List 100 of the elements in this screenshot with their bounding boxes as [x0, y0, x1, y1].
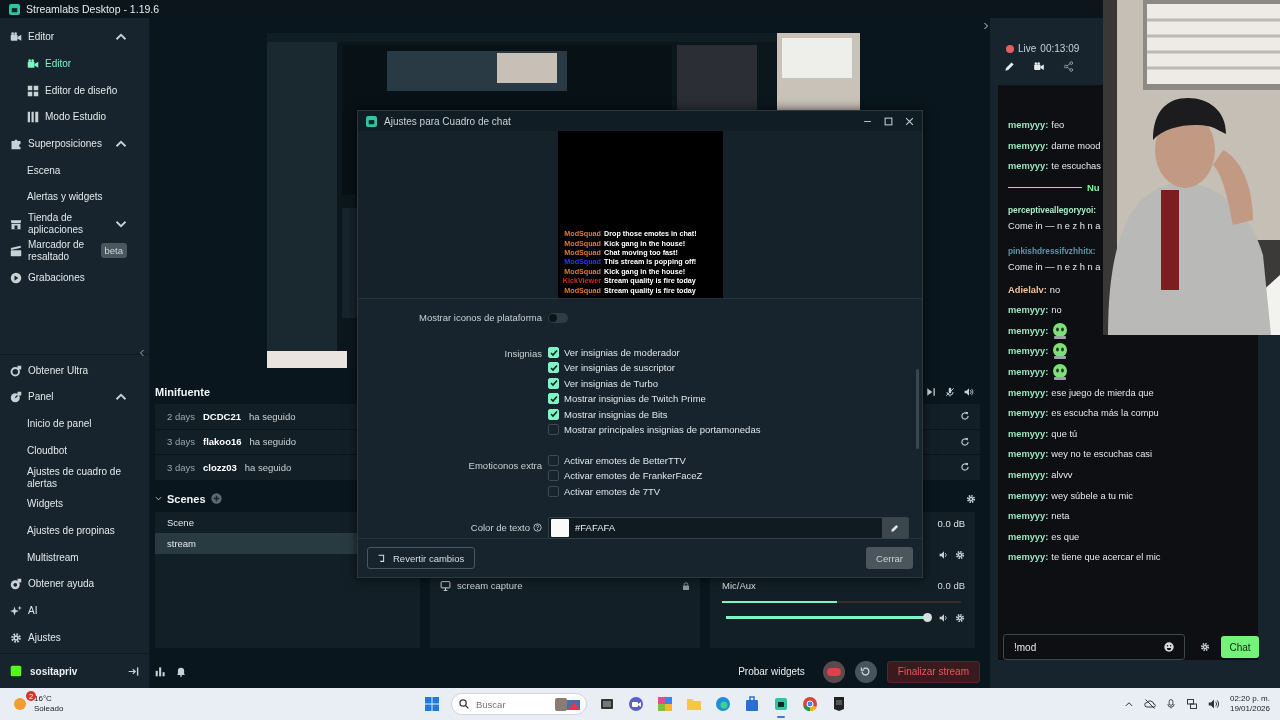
- sidebar-subitem[interactable]: Multistream: [0, 544, 149, 571]
- cloud-off-icon[interactable]: [1143, 698, 1156, 710]
- sidebar-subitem[interactable]: Editor: [0, 50, 149, 78]
- sidebar-subitem[interactable]: Modo Estudio: [0, 104, 149, 131]
- sidebar-item[interactable]: Ajustes: [0, 624, 149, 651]
- checkbox-label[interactable]: Ver insignias de moderador: [564, 347, 680, 358]
- sidebar-subitem[interactable]: Ajustes de propinas: [0, 517, 149, 545]
- sidebar-item[interactable]: Superposiciones: [0, 130, 149, 158]
- settings-icon[interactable]: [955, 549, 965, 560]
- mic-muted-icon[interactable]: [945, 387, 955, 397]
- chat-username[interactable]: memyyy:: [1008, 387, 1049, 398]
- share-icon[interactable]: [1063, 61, 1074, 72]
- video-camera-icon[interactable]: [1033, 61, 1045, 72]
- sidebar-subitem[interactable]: Escena: [0, 157, 149, 185]
- close-button[interactable]: Cerrar: [866, 547, 913, 569]
- chat-username[interactable]: memyyy:: [1008, 346, 1049, 357]
- sidebar-item[interactable]: Grabaciones: [0, 264, 149, 291]
- maximize-icon[interactable]: [884, 116, 893, 126]
- close-icon[interactable]: [905, 116, 914, 126]
- chat-username[interactable]: memyyy:: [1008, 449, 1049, 460]
- chat-username[interactable]: memyyy:: [1008, 140, 1049, 151]
- chat-username[interactable]: memyyy:: [1008, 470, 1049, 480]
- chat-username[interactable]: memyyy:: [1008, 120, 1049, 131]
- microphone-icon[interactable]: [1165, 698, 1176, 710]
- clock-time[interactable]: 02:20 p. m.: [1229, 694, 1270, 704]
- sidebar-subitem[interactable]: Cloudbot: [0, 437, 149, 465]
- chat-username[interactable]: memyyy:: [1008, 490, 1049, 501]
- sidebar-item[interactable]: Obtener ayuda: [0, 570, 149, 598]
- chat-username[interactable]: memyyy:: [1008, 305, 1049, 316]
- chat-username[interactable]: perceptiveallegoryyoi:: [1008, 204, 1097, 215]
- replay-buffer-button[interactable]: [854, 660, 877, 683]
- settings-icon[interactable]: [1200, 642, 1210, 652]
- chat-send-button[interactable]: Chat: [1221, 636, 1259, 658]
- sidebar-item[interactable]: AI: [0, 597, 149, 625]
- speaker-icon[interactable]: [939, 612, 949, 623]
- checkbox[interactable]: [548, 485, 559, 497]
- chat-username[interactable]: memyyy:: [1008, 408, 1049, 419]
- caret-down-icon[interactable]: [155, 495, 162, 502]
- divider-label: Nu: [1087, 181, 1100, 193]
- pencil-icon[interactable]: [1004, 61, 1015, 72]
- checkbox-label[interactable]: Activar emotes de FrankerFaceZ: [564, 470, 703, 482]
- replay-icon[interactable]: [960, 411, 970, 422]
- sidebar-item[interactable]: Obtener Ultra: [0, 357, 149, 385]
- chat-username[interactable]: memyyy:: [1008, 367, 1049, 378]
- test-widgets-link[interactable]: Probar widgets: [738, 666, 805, 677]
- checkbox-label[interactable]: Activar emotes de 7TV: [564, 485, 661, 497]
- network-icon[interactable]: [1185, 698, 1198, 710]
- end-stream-button[interactable]: Finalizar stream: [886, 660, 980, 683]
- bar-chart-icon[interactable]: [155, 666, 166, 677]
- sidebar-item[interactable]: Panel: [0, 384, 149, 411]
- chat-username[interactable]: memyyy:: [1008, 161, 1049, 172]
- toggle-switch[interactable]: [548, 312, 568, 323]
- sidebar-item[interactable]: Editor: [0, 24, 149, 51]
- sidebar-subitem[interactable]: Ajustes de cuadro de alertas: [0, 464, 149, 491]
- logout-icon[interactable]: [128, 665, 139, 677]
- checkbox-label[interactable]: Mostrar insignias de Bits: [564, 408, 668, 420]
- speaker-icon[interactable]: [1207, 698, 1220, 710]
- checkbox-label[interactable]: Ver insignias de suscriptor: [564, 362, 675, 374]
- checkbox[interactable]: [548, 470, 559, 482]
- checkbox-label[interactable]: Activar emotes de BetterTTV: [564, 454, 686, 466]
- checkbox-label[interactable]: Mostrar insignias de Twitch Prime: [564, 393, 706, 405]
- settings-icon[interactable]: [966, 493, 976, 504]
- chat-username[interactable]: memyyy:: [1008, 531, 1049, 542]
- bell-icon[interactable]: [176, 666, 186, 677]
- revert-button[interactable]: Revertir cambios: [367, 547, 476, 569]
- lock-icon[interactable]: [682, 580, 690, 591]
- eyedropper-button[interactable]: [882, 517, 908, 538]
- chevron-up-icon[interactable]: [1123, 699, 1134, 709]
- chat-username[interactable]: pinkishdressifvzhhitx:: [1008, 245, 1096, 256]
- chat-username[interactable]: memyyy:: [1008, 511, 1049, 522]
- settings-icon[interactable]: [955, 612, 965, 623]
- source-name[interactable]: scream capture: [457, 580, 676, 591]
- chat-username[interactable]: Adielalv:: [1008, 284, 1047, 295]
- clock-date[interactable]: 19/01/2026: [1229, 704, 1270, 714]
- color-field[interactable]: #FAFAFA: [548, 516, 909, 539]
- speaker-icon[interactable]: [964, 387, 974, 397]
- checkbox[interactable]: [548, 423, 559, 435]
- speaker-icon[interactable]: [939, 549, 949, 560]
- checkbox-label[interactable]: Ver insignias de Turbo: [564, 377, 658, 389]
- event-user: clozz03: [203, 461, 237, 473]
- chat-username[interactable]: memyyy:: [1008, 552, 1049, 563]
- username[interactable]: sositapriv: [30, 665, 120, 677]
- chat-input[interactable]: !mod: [1003, 634, 1185, 660]
- sidebar-subitem[interactable]: Inicio de panel: [0, 410, 149, 438]
- sidebar-subitem[interactable]: Widgets: [0, 490, 149, 518]
- chat-username[interactable]: memyyy:: [1008, 325, 1049, 336]
- sidebar-item[interactable]: Tienda de aplicaciones: [0, 210, 149, 238]
- skip-icon[interactable]: [926, 387, 936, 397]
- sidebar-item[interactable]: Marcador de resaltado beta: [0, 237, 149, 265]
- replay-icon[interactable]: [960, 436, 970, 447]
- sidebar-subitem[interactable]: Editor de diseño: [0, 77, 149, 105]
- sidebar-subitem[interactable]: Alertas y widgets: [0, 184, 149, 211]
- emoji-icon[interactable]: [1164, 642, 1174, 652]
- checkbox-label[interactable]: Mostrar principales insignias de portamonedas: [564, 423, 761, 435]
- record-button[interactable]: [822, 660, 845, 683]
- chat-username[interactable]: memyyy:: [1008, 428, 1049, 439]
- checkbox[interactable]: [548, 454, 559, 466]
- start-icon[interactable]: [424, 696, 440, 712]
- add-icon[interactable]: [210, 493, 222, 504]
- replay-icon[interactable]: [960, 462, 970, 473]
